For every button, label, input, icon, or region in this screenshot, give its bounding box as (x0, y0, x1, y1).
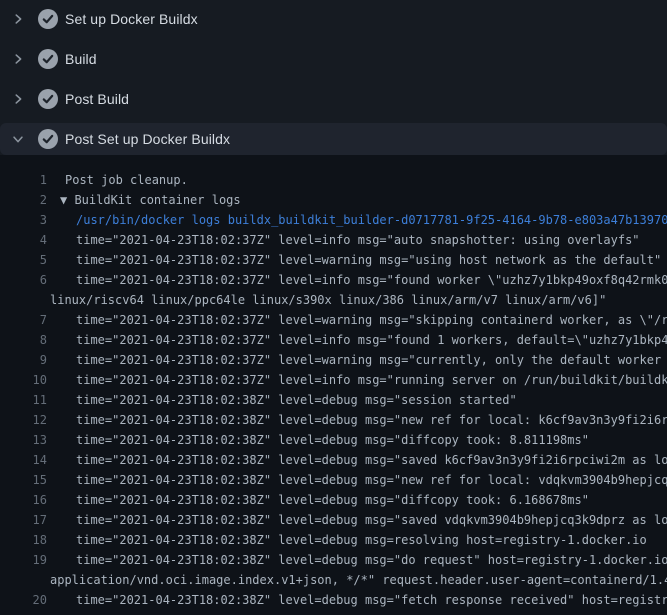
log-text: time="2021-04-23T18:02:38Z" level=debug … (47, 430, 589, 450)
check-circle-icon (38, 89, 58, 109)
log-line-number[interactable]: 2 (0, 190, 47, 210)
check-circle-icon (38, 49, 58, 69)
log-text: time="2021-04-23T18:02:37Z" level=warnin… (47, 250, 661, 270)
chevron-right-icon (11, 52, 25, 66)
log-line: 3/usr/bin/docker logs buildx_buildkit_bu… (0, 210, 667, 230)
log-group-toggle[interactable]: ▼ BuildKit container logs (47, 190, 241, 210)
log-line-number[interactable]: 10 (0, 370, 47, 390)
log-line: 6time="2021-04-23T18:02:37Z" level=info … (0, 270, 667, 290)
log-text: time="2021-04-23T18:02:38Z" level=debug … (47, 490, 589, 510)
log-line-number[interactable]: 6 (0, 270, 47, 290)
log-line: 16time="2021-04-23T18:02:38Z" level=debu… (0, 490, 667, 510)
step-header-set-up-docker-buildx[interactable]: Set up Docker Buildx (0, 3, 667, 35)
log-line-number[interactable]: 4 (0, 230, 47, 250)
step-header-post-set-up-docker-buildx[interactable]: Post Set up Docker Buildx (0, 123, 667, 155)
check-circle-icon (38, 9, 58, 29)
step-title: Post Set up Docker Buildx (65, 131, 230, 147)
log-text: time="2021-04-23T18:02:38Z" level=debug … (47, 410, 667, 430)
log-viewer: 1Post job cleanup.2▼ BuildKit container … (0, 155, 667, 615)
log-line-number[interactable]: 12 (0, 410, 47, 430)
log-text: time="2021-04-23T18:02:37Z" level=info m… (47, 230, 640, 250)
log-line-number[interactable]: 16 (0, 490, 47, 510)
log-line-number[interactable]: 18 (0, 530, 47, 550)
log-text: linux/riscv64 linux/ppc64le linux/s390x … (47, 290, 606, 310)
chevron-right-icon (11, 92, 25, 106)
log-line-number[interactable]: 1 (0, 170, 47, 190)
log-line: 1Post job cleanup. (0, 170, 667, 190)
log-line: 14time="2021-04-23T18:02:38Z" level=debu… (0, 450, 667, 470)
log-line: 9time="2021-04-23T18:02:37Z" level=warni… (0, 350, 667, 370)
log-line: 15time="2021-04-23T18:02:38Z" level=debu… (0, 470, 667, 490)
log-text: time="2021-04-23T18:02:37Z" level=warnin… (47, 310, 667, 330)
log-line-number (0, 570, 47, 590)
log-line-number[interactable]: 5 (0, 250, 47, 270)
log-line: 17time="2021-04-23T18:02:38Z" level=debu… (0, 510, 667, 530)
log-line: 5time="2021-04-23T18:02:37Z" level=warni… (0, 250, 667, 270)
log-line: 19time="2021-04-23T18:02:38Z" level=debu… (0, 550, 667, 570)
step-title: Build (65, 51, 97, 67)
log-text: time="2021-04-23T18:02:38Z" level=debug … (47, 530, 647, 550)
log-line: 4time="2021-04-23T18:02:37Z" level=info … (0, 230, 667, 250)
log-text: time="2021-04-23T18:02:37Z" level=warnin… (47, 350, 667, 370)
log-line-number[interactable]: 9 (0, 350, 47, 370)
step-title: Set up Docker Buildx (65, 11, 198, 27)
step-header-post-build[interactable]: Post Build (0, 83, 667, 115)
log-line: 2▼ BuildKit container logs (0, 190, 667, 210)
log-command-text: /usr/bin/docker logs buildx_buildkit_bui… (47, 210, 667, 230)
log-line: 7time="2021-04-23T18:02:37Z" level=warni… (0, 310, 667, 330)
log-line: 11time="2021-04-23T18:02:38Z" level=debu… (0, 390, 667, 410)
log-line-number[interactable]: 8 (0, 330, 47, 350)
check-circle-icon (38, 129, 58, 149)
log-line: 18time="2021-04-23T18:02:38Z" level=debu… (0, 530, 667, 550)
log-line-number[interactable]: 17 (0, 510, 47, 530)
log-text: time="2021-04-23T18:02:38Z" level=debug … (47, 390, 517, 410)
log-text: time="2021-04-23T18:02:38Z" level=debug … (47, 550, 667, 570)
log-line-number[interactable]: 3 (0, 210, 47, 230)
log-text: time="2021-04-23T18:02:37Z" level=info m… (47, 330, 667, 350)
chevron-right-icon (11, 12, 25, 26)
log-text: time="2021-04-23T18:02:38Z" level=debug … (47, 590, 667, 610)
log-text: time="2021-04-23T18:02:38Z" level=debug … (47, 450, 667, 470)
log-line-number[interactable]: 19 (0, 550, 47, 570)
log-line-number[interactable]: 14 (0, 450, 47, 470)
log-line-number[interactable]: 7 (0, 310, 47, 330)
log-line: application/vnd.oci.image.index.v1+json,… (0, 570, 667, 590)
log-line: 13time="2021-04-23T18:02:38Z" level=debu… (0, 430, 667, 450)
log-line-number (0, 290, 47, 310)
log-text: time="2021-04-23T18:02:38Z" level=debug … (47, 470, 667, 490)
log-text: time="2021-04-23T18:02:37Z" level=info m… (47, 370, 667, 390)
log-line: linux/riscv64 linux/ppc64le linux/s390x … (0, 290, 667, 310)
log-line-number[interactable]: 15 (0, 470, 47, 490)
log-text: Post job cleanup. (47, 170, 188, 190)
log-line: 20time="2021-04-23T18:02:38Z" level=debu… (0, 590, 667, 610)
step-header-build[interactable]: Build (0, 43, 667, 75)
log-text: time="2021-04-23T18:02:37Z" level=info m… (47, 270, 667, 290)
chevron-down-icon (11, 132, 25, 146)
log-line: 8time="2021-04-23T18:02:37Z" level=info … (0, 330, 667, 350)
log-line: 12time="2021-04-23T18:02:38Z" level=debu… (0, 410, 667, 430)
step-title: Post Build (65, 91, 129, 107)
log-line-number[interactable]: 20 (0, 590, 47, 610)
log-text: application/vnd.oci.image.index.v1+json,… (47, 570, 667, 590)
log-line: 10time="2021-04-23T18:02:37Z" level=info… (0, 370, 667, 390)
steps-list: Set up Docker Buildx Build Post Build Post … (0, 0, 667, 155)
log-line-number[interactable]: 11 (0, 390, 47, 410)
log-text: time="2021-04-23T18:02:38Z" level=debug … (47, 510, 667, 530)
log-line-number[interactable]: 13 (0, 430, 47, 450)
